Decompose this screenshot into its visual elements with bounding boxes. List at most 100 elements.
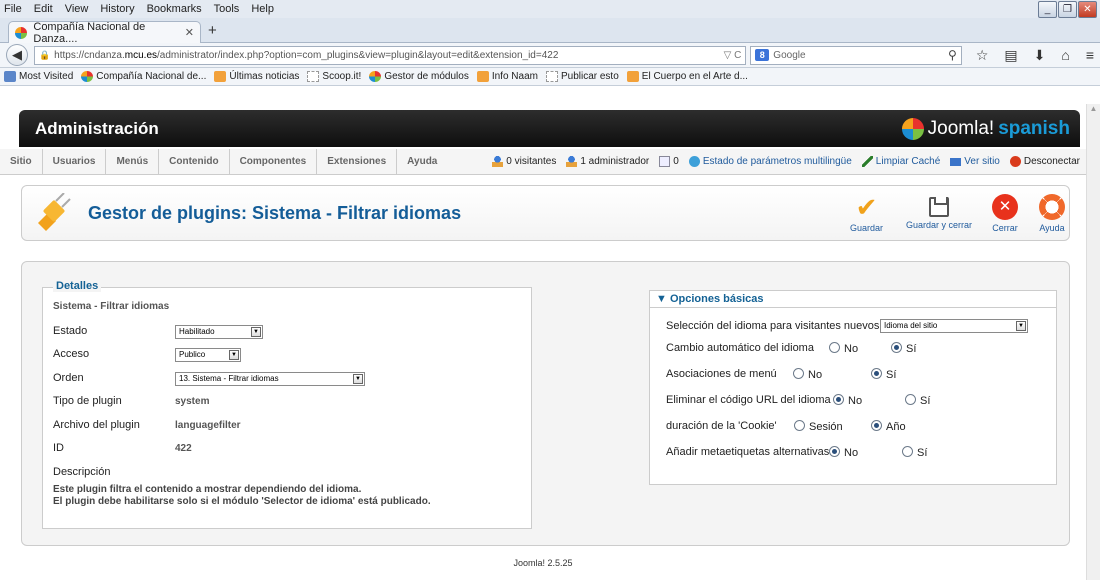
alt-meta-label: Añadir metaetiquetas alternativas xyxy=(666,446,830,458)
url-bar[interactable]: 🔒 https://cndanza. mcu.es/administrator/i… xyxy=(33,45,747,65)
admin-menu: Sitio Usuarios Menús Contenido Component… xyxy=(0,148,1086,175)
maximize-button[interactable]: ❐ xyxy=(1058,1,1077,18)
main-content: Detalles Sistema - Filtrar idiomas Estad… xyxy=(21,261,1070,546)
bookmark-item[interactable]: Compañía Nacional de... xyxy=(81,71,206,82)
auto-change-si[interactable]: Sí xyxy=(891,342,916,355)
tab-close-icon[interactable]: ✕ xyxy=(185,26,194,39)
new-tab-icon[interactable]: + xyxy=(208,22,217,39)
estado-label: Estado xyxy=(53,325,88,337)
tab-title: Compañía Nacional de Danza.... xyxy=(33,20,146,45)
plugin-description: Este plugin filtra el contenido a mostra… xyxy=(53,484,431,507)
auto-change-no[interactable]: No xyxy=(829,342,858,355)
close-button[interactable]: ✕ Cerrar xyxy=(992,194,1018,233)
basic-options-header[interactable]: ▼ Opciones básicas xyxy=(650,291,1056,308)
radio-icon xyxy=(794,420,805,431)
hamburger-menu-icon[interactable]: ≡ xyxy=(1086,47,1094,64)
cookie-session[interactable]: Sesión xyxy=(794,420,843,433)
rss-icon xyxy=(626,71,639,82)
multilang-status-link[interactable]: Estado de parámetros multilingüe xyxy=(688,156,852,167)
admin-header: Administración Joomla! spanish xyxy=(19,110,1080,147)
messages-status[interactable]: 0 xyxy=(659,156,679,167)
search-bar[interactable]: 8 Google ⚲ xyxy=(750,45,962,65)
remove-url-no[interactable]: No xyxy=(833,394,862,407)
cookie-year[interactable]: Año xyxy=(871,420,906,433)
download-icon[interactable]: ⬇ xyxy=(1034,47,1046,64)
star-icon[interactable]: ☆ xyxy=(976,47,989,64)
alt-meta-si[interactable]: Sí xyxy=(902,446,927,459)
radio-selected-icon xyxy=(829,446,840,457)
footer-version: Joomla! 2.5.25 xyxy=(513,558,573,568)
window-close-button[interactable]: ✕ xyxy=(1078,1,1097,18)
page-scrollbar[interactable]: ▲ xyxy=(1086,104,1100,580)
bookmark-item[interactable]: Info Naam xyxy=(476,71,538,82)
bookmark-item[interactable]: Últimas noticias xyxy=(214,71,299,82)
menu-sitio[interactable]: Sitio xyxy=(0,148,43,175)
menu-help[interactable]: Help xyxy=(251,3,274,15)
radio-icon xyxy=(902,446,913,457)
bookmark-item[interactable]: Scoop.it! xyxy=(307,71,361,82)
toolbar: Gestor de plugins: Sistema - Filtrar idi… xyxy=(21,185,1070,241)
visitor-lang-select[interactable]: Idioma del sitio ▼ xyxy=(880,319,1028,333)
acceso-select[interactable]: Publico ▼ xyxy=(175,348,241,362)
menu-view[interactable]: View xyxy=(65,3,89,15)
orden-select[interactable]: 13. Sistema - Filtrar idiomas ▼ xyxy=(175,372,365,386)
google-icon: 8 xyxy=(755,49,770,61)
menu-ayuda[interactable]: Ayuda xyxy=(397,149,447,175)
page-icon xyxy=(307,71,320,82)
bookmark-item[interactable]: Publicar esto xyxy=(545,71,619,82)
back-button[interactable]: ◀ xyxy=(6,44,28,66)
alt-meta-no[interactable]: No xyxy=(829,446,858,459)
save-icon xyxy=(929,197,950,217)
page-icon xyxy=(545,71,558,82)
view-site-link[interactable]: Ver sitio xyxy=(950,156,1000,167)
logout-link[interactable]: Desconectar xyxy=(1009,156,1080,167)
user-icon xyxy=(492,156,504,167)
orden-label: Orden xyxy=(53,372,84,384)
archivo-value: languagefilter xyxy=(175,420,241,431)
menu-assoc-no[interactable]: No xyxy=(793,368,822,381)
admins-status: 1 administrador xyxy=(566,156,649,167)
navigation-bar: ◀ 🔒 https://cndanza. mcu.es/administrator… xyxy=(0,43,1100,68)
monitor-icon xyxy=(950,157,962,166)
url-host: mcu.es xyxy=(124,49,158,61)
descripcion-label: Descripción xyxy=(53,466,111,478)
remove-url-si[interactable]: Sí xyxy=(905,394,930,407)
visitors-status: 0 visitantes xyxy=(492,156,556,167)
cookie-label: duración de la 'Cookie' xyxy=(666,420,777,432)
menu-usuarios[interactable]: Usuarios xyxy=(43,148,107,175)
radio-selected-icon xyxy=(871,368,882,379)
menu-history[interactable]: History xyxy=(100,3,134,15)
help-button[interactable]: Ayuda xyxy=(1039,194,1065,233)
clear-cache-link[interactable]: Limpiar Caché xyxy=(861,156,940,167)
radio-icon xyxy=(829,342,840,353)
save-close-button[interactable]: Guardar y cerrar xyxy=(906,194,972,230)
reload-icon[interactable]: ▽ C xyxy=(724,50,742,61)
minimize-button[interactable]: _ xyxy=(1038,1,1057,18)
menu-bookmarks[interactable]: Bookmarks xyxy=(147,3,202,15)
admin-title: Administración xyxy=(35,118,159,138)
tipo-label: Tipo de plugin xyxy=(53,395,122,407)
menu-contenido[interactable]: Contenido xyxy=(159,148,230,175)
scroll-up-icon[interactable]: ▲ xyxy=(1087,104,1100,113)
user-icon xyxy=(566,156,578,167)
menu-extensiones[interactable]: Extensiones xyxy=(317,148,398,175)
bookmark-item[interactable]: El Cuerpo en el Arte d... xyxy=(626,71,748,82)
bookmarks-list-icon[interactable]: ▤ xyxy=(1004,47,1017,64)
browser-tab[interactable]: Compañía Nacional de Danza.... ✕ xyxy=(8,20,201,45)
home-icon[interactable]: ⌂ xyxy=(1061,47,1069,64)
rss-icon xyxy=(476,71,489,82)
url-prefix: https://cndanza. xyxy=(54,49,125,61)
menu-file[interactable]: File xyxy=(4,3,22,15)
menu-componentes[interactable]: Componentes xyxy=(230,148,318,175)
estado-select[interactable]: Habilitado ▼ xyxy=(175,325,263,339)
chevron-down-icon: ▼ xyxy=(229,350,239,360)
save-button[interactable]: ✔ Guardar xyxy=(850,194,883,233)
bookmark-item[interactable]: Gestor de módulos xyxy=(369,71,469,82)
menu-tools[interactable]: Tools xyxy=(214,3,240,15)
menu-edit[interactable]: Edit xyxy=(34,3,53,15)
acceso-label: Acceso xyxy=(53,348,90,360)
menu-menus[interactable]: Menús xyxy=(106,148,160,175)
bookmark-item[interactable]: Most Visited xyxy=(4,71,73,82)
menu-assoc-si[interactable]: Sí xyxy=(871,368,896,381)
search-icon[interactable]: ⚲ xyxy=(948,48,957,62)
